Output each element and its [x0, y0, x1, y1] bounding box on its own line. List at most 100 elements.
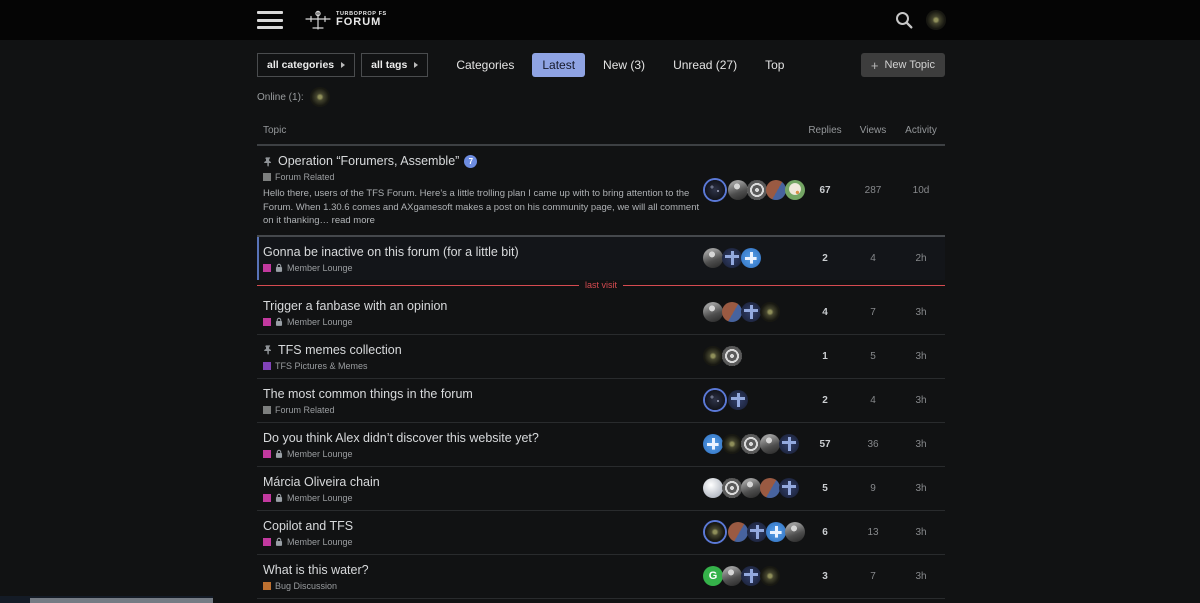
logo-text: TURBOPROP FS FORUM — [336, 11, 387, 29]
topic-category[interactable]: TFS Pictures & Memes — [263, 361, 701, 371]
activity-time[interactable]: 3h — [897, 571, 945, 582]
topic-title-link[interactable]: The most common things in the forum — [263, 386, 473, 403]
forum-logo[interactable]: TURBOPROP FS FORUM — [305, 8, 387, 32]
lock-icon — [275, 493, 283, 503]
lock-icon — [275, 537, 283, 547]
activity-time[interactable]: 10d — [897, 185, 945, 196]
poster-avatar[interactable] — [722, 434, 742, 454]
replies-count: 57 — [819, 438, 831, 450]
topic-category[interactable]: Member Lounge — [263, 263, 701, 273]
activity-time[interactable]: 3h — [897, 439, 945, 450]
nav-tab-categories[interactable]: Categories — [446, 53, 524, 77]
poster-avatar[interactable]: G — [703, 566, 723, 586]
poster-avatar[interactable] — [728, 390, 748, 410]
poster-avatar[interactable] — [766, 522, 786, 542]
poster-avatar[interactable] — [705, 390, 725, 410]
horizontal-scrollbar-thumb[interactable] — [30, 598, 213, 603]
topic-row: Trigger a fanbase with an opinion Member… — [257, 291, 945, 335]
poster-avatar[interactable] — [760, 478, 780, 498]
poster-avatar[interactable] — [747, 522, 767, 542]
topic-title-link[interactable]: What is this water? — [263, 562, 369, 579]
topic-title-link[interactable]: Gonna be inactive on this forum (for a l… — [263, 244, 519, 261]
filter-dropdowns: all categories all tags — [257, 53, 434, 77]
poster-avatar[interactable] — [722, 346, 742, 366]
lock-icon — [275, 263, 283, 273]
poster-avatar[interactable] — [760, 302, 780, 322]
user-avatar[interactable] — [926, 10, 946, 30]
nav-tab-top[interactable]: Top — [755, 53, 794, 77]
views-count: 9 — [870, 482, 876, 494]
poster-avatar[interactable] — [741, 302, 761, 322]
topic-category[interactable]: Bug Discussion — [263, 581, 701, 591]
poster-avatar[interactable] — [703, 346, 723, 366]
activity-time[interactable]: 3h — [897, 483, 945, 494]
nav-tab-latest[interactable]: Latest — [532, 53, 586, 77]
topic-title-link[interactable]: Márcia Oliveira chain — [263, 474, 380, 491]
nav-tab-unread-27[interactable]: Unread (27) — [663, 53, 747, 77]
search-icon[interactable] — [894, 10, 914, 30]
topic-category[interactable]: Member Lounge — [263, 537, 701, 547]
poster-avatar[interactable] — [703, 434, 723, 454]
read-more-link[interactable]: read more — [332, 215, 375, 226]
activity-time[interactable]: 3h — [897, 307, 945, 318]
logo-line-2: FORUM — [336, 16, 382, 29]
column-topic: Topic — [263, 125, 287, 136]
poster-avatar[interactable] — [705, 180, 725, 201]
category-badge — [263, 537, 271, 546]
last-visit-label: last visit — [585, 280, 618, 290]
caret-right-icon — [414, 62, 419, 68]
topic-title-link[interactable]: Trigger a fanbase with an opinion — [263, 298, 447, 315]
activity-time[interactable]: 2h — [897, 253, 945, 264]
nav-tab-new-3[interactable]: New (3) — [593, 53, 655, 77]
poster-avatar[interactable] — [741, 478, 761, 498]
topic-category[interactable]: Member Lounge — [263, 449, 701, 459]
topic-category[interactable]: Forum Related — [263, 405, 701, 415]
topic-category[interactable]: Forum Related — [263, 172, 701, 182]
new-topic-button[interactable]: + New Topic — [860, 53, 945, 77]
online-user-avatar[interactable] — [309, 87, 330, 107]
views-count: 7 — [870, 306, 876, 318]
category-badge — [263, 317, 271, 326]
topic-row: Márcia Oliveira chain Member Lounge 5 9 … — [257, 467, 945, 511]
activity-time[interactable]: 3h — [897, 395, 945, 406]
topic-title-link[interactable]: TFS memes collection — [278, 342, 402, 359]
poster-avatar[interactable] — [722, 302, 742, 322]
poster-avatar[interactable] — [760, 566, 780, 586]
posters — [701, 522, 805, 542]
pin-icon — [263, 156, 273, 167]
category-badge — [263, 493, 271, 502]
poster-avatar[interactable] — [747, 180, 767, 201]
poster-avatar[interactable] — [741, 434, 761, 454]
poster-avatar[interactable] — [703, 302, 723, 322]
hamburger-menu-icon[interactable] — [257, 11, 283, 29]
poster-avatar[interactable] — [728, 522, 748, 542]
poster-avatar[interactable] — [779, 434, 799, 454]
poster-avatar[interactable] — [722, 248, 742, 268]
poster-avatar[interactable] — [703, 478, 723, 498]
poster-avatar[interactable] — [722, 478, 742, 498]
topic-row: Do you think Alex didn’t discover this w… — [257, 423, 945, 467]
activity-time[interactable]: 3h — [897, 527, 945, 538]
category-name: Member Lounge — [287, 492, 353, 503]
topic-title-link[interactable]: Do you think Alex didn’t discover this w… — [263, 430, 539, 447]
poster-avatar[interactable] — [760, 434, 780, 454]
all-tags-dropdown[interactable]: all tags — [361, 53, 429, 77]
topic-title-link[interactable]: Operation “Forumers, Assemble” — [278, 153, 459, 170]
poster-avatar[interactable] — [728, 180, 748, 201]
poster-avatar[interactable] — [779, 478, 799, 498]
topic-title-link[interactable]: Copilot and TFS — [263, 518, 353, 535]
category-name: Forum Related — [275, 404, 335, 415]
poster-avatar[interactable] — [705, 522, 725, 542]
topic-category[interactable]: Member Lounge — [263, 317, 701, 327]
unread-count-badge[interactable]: 7 — [464, 155, 478, 168]
poster-avatar[interactable] — [741, 248, 761, 268]
lock-icon — [275, 449, 283, 459]
category-badge — [263, 263, 271, 272]
activity-time[interactable]: 3h — [897, 351, 945, 362]
topic-category[interactable]: Member Lounge — [263, 493, 701, 503]
all-categories-dropdown[interactable]: all categories — [257, 53, 356, 77]
poster-avatar[interactable] — [766, 180, 786, 201]
poster-avatar[interactable] — [741, 566, 761, 586]
poster-avatar[interactable] — [703, 248, 723, 268]
poster-avatar[interactable] — [722, 566, 742, 586]
